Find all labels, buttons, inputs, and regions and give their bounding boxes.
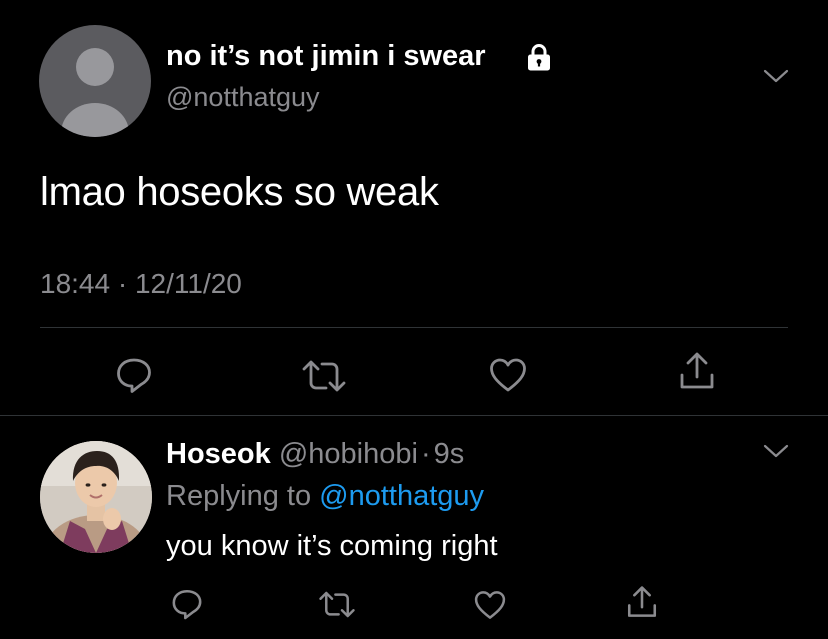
share-icon[interactable] — [677, 350, 717, 397]
profile-photo — [40, 441, 152, 553]
reply-text: you know it’s coming right — [166, 530, 498, 562]
avatar[interactable] — [40, 441, 152, 553]
like-icon[interactable] — [473, 589, 507, 626]
replying-prefix: Replying to — [166, 480, 320, 512]
reply-header: Hoseok @hobihobi · 9s — [166, 438, 464, 471]
handle[interactable]: @notthatguy — [166, 82, 320, 113]
mention-link[interactable]: @notthatguy — [319, 480, 484, 512]
lock-icon — [524, 42, 554, 77]
chevron-down-icon[interactable] — [763, 68, 789, 89]
retweet-icon[interactable] — [317, 588, 357, 626]
separator: · — [110, 268, 135, 299]
share-icon[interactable] — [625, 584, 659, 625]
tweet-text: lmao hoseoks so weak — [40, 170, 439, 214]
display-name[interactable]: Hoseok — [166, 438, 271, 470]
handle[interactable]: @hobihobi — [279, 438, 418, 470]
time: 18:44 — [40, 268, 111, 299]
replying-to: Replying to @notthatguy — [166, 480, 484, 513]
divider — [0, 415, 828, 416]
separator: · — [420, 438, 431, 470]
like-icon[interactable] — [488, 356, 528, 399]
avatar[interactable] — [39, 25, 151, 137]
reply-icon[interactable] — [170, 587, 204, 626]
timestamp: 18:44 · 12/11/20 — [40, 268, 242, 300]
date: 12/11/20 — [134, 268, 242, 299]
retweet-icon[interactable] — [300, 356, 348, 401]
display-name[interactable]: no it’s not jimin i swear — [166, 40, 486, 73]
divider — [40, 327, 788, 328]
reply-icon[interactable] — [114, 355, 154, 400]
default-avatar-icon — [61, 48, 129, 137]
chevron-down-icon[interactable] — [763, 443, 789, 464]
post-age: 9s — [433, 438, 465, 470]
